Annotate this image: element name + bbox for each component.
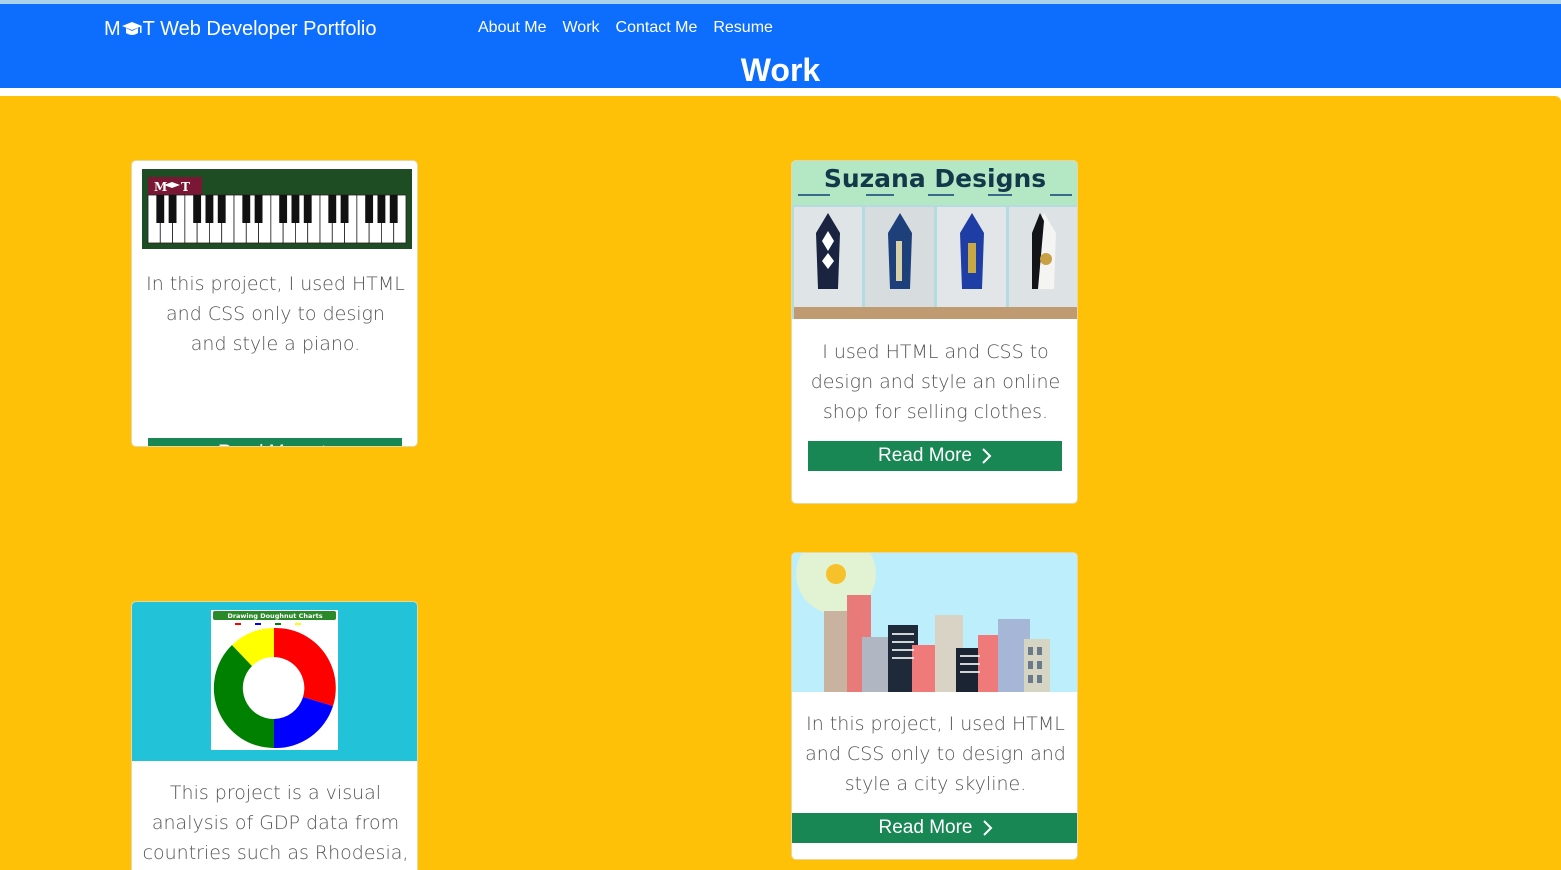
card-description: This project is a visual analysis of GDP… [142,782,409,864]
nav-link-resume[interactable]: Resume [705,19,781,37]
chevron-right-icon [982,448,992,464]
piano-black-key [340,195,349,223]
work-section: M T In this project, I used HTML and CSS… [0,96,1561,870]
brand-prefix: M [104,18,121,40]
thumbnail-title: Drawing Doughnut Charts [227,612,322,620]
piano-black-key [291,195,300,223]
card-description: I used HTML and CSS to design and style … [810,341,1061,423]
project-card-gdp-analysis: Drawing Doughnut Charts This project is … [131,601,418,870]
read-more-button[interactable]: Read More [792,813,1077,843]
nav-link-about-me[interactable]: About Me [470,19,554,37]
shop-title: Suzana Designs [824,164,1046,193]
project-card-piano: M T In this project, I used HTML and CSS… [131,160,418,447]
piano-black-key [193,195,202,223]
nav-links: About Me Work Contact Me Resume [470,19,781,37]
chevron-right-icon [982,820,992,836]
online-clothes-shop-thumbnail[interactable]: Suzana Designs [792,161,1078,319]
read-more-label: Read More [218,438,312,446]
read-more-button[interactable]: Read More [808,441,1062,471]
project-card-city-skyline: In this project, I used HTML and CSS onl… [791,552,1078,860]
doughnut-chart-thumbnail[interactable]: Drawing Doughnut Charts [132,602,418,761]
project-card-online-shop: Suzana Designs I used HTML and CSS to de… [791,160,1078,504]
piano-black-key [389,195,398,223]
brand-suffix: T Web Developer Portfolio [142,18,377,40]
piano-black-key [242,195,251,223]
piano-black-key [377,195,386,223]
piano-black-key [205,195,214,223]
piano-black-key [254,195,263,223]
piano-black-key [168,195,177,223]
piano-badge-prefix: M [154,180,167,194]
graduation-cap-icon [121,21,143,39]
read-more-button[interactable]: Read More [148,438,402,446]
piano-black-key [303,195,312,223]
piano-black-key [279,195,288,223]
page-title: Work [740,52,821,88]
piano-black-key [328,195,337,223]
piano-black-key [156,195,165,223]
brand-link[interactable]: M T Web Developer Portfolio [104,18,377,41]
read-more-label: Read More [878,817,973,838]
piano-keyboard-thumbnail[interactable]: M T [142,169,412,249]
piano-badge-suffix: T [181,180,190,194]
navbar: M T Web Developer Portfolio About Me Wor… [0,4,1561,88]
card-description: In this project, I used HTML and CSS onl… [805,713,1066,795]
piano-black-key [365,195,374,223]
city-skyline-thumbnail[interactable] [792,553,1078,692]
nav-link-contact-me[interactable]: Contact Me [608,19,706,37]
read-more-label: Read More [878,445,972,466]
chevron-right-icon [323,445,325,446]
nav-link-work[interactable]: Work [554,19,607,37]
piano-black-key [217,195,226,223]
card-description: In this project, I used HTML and CSS onl… [146,273,405,355]
